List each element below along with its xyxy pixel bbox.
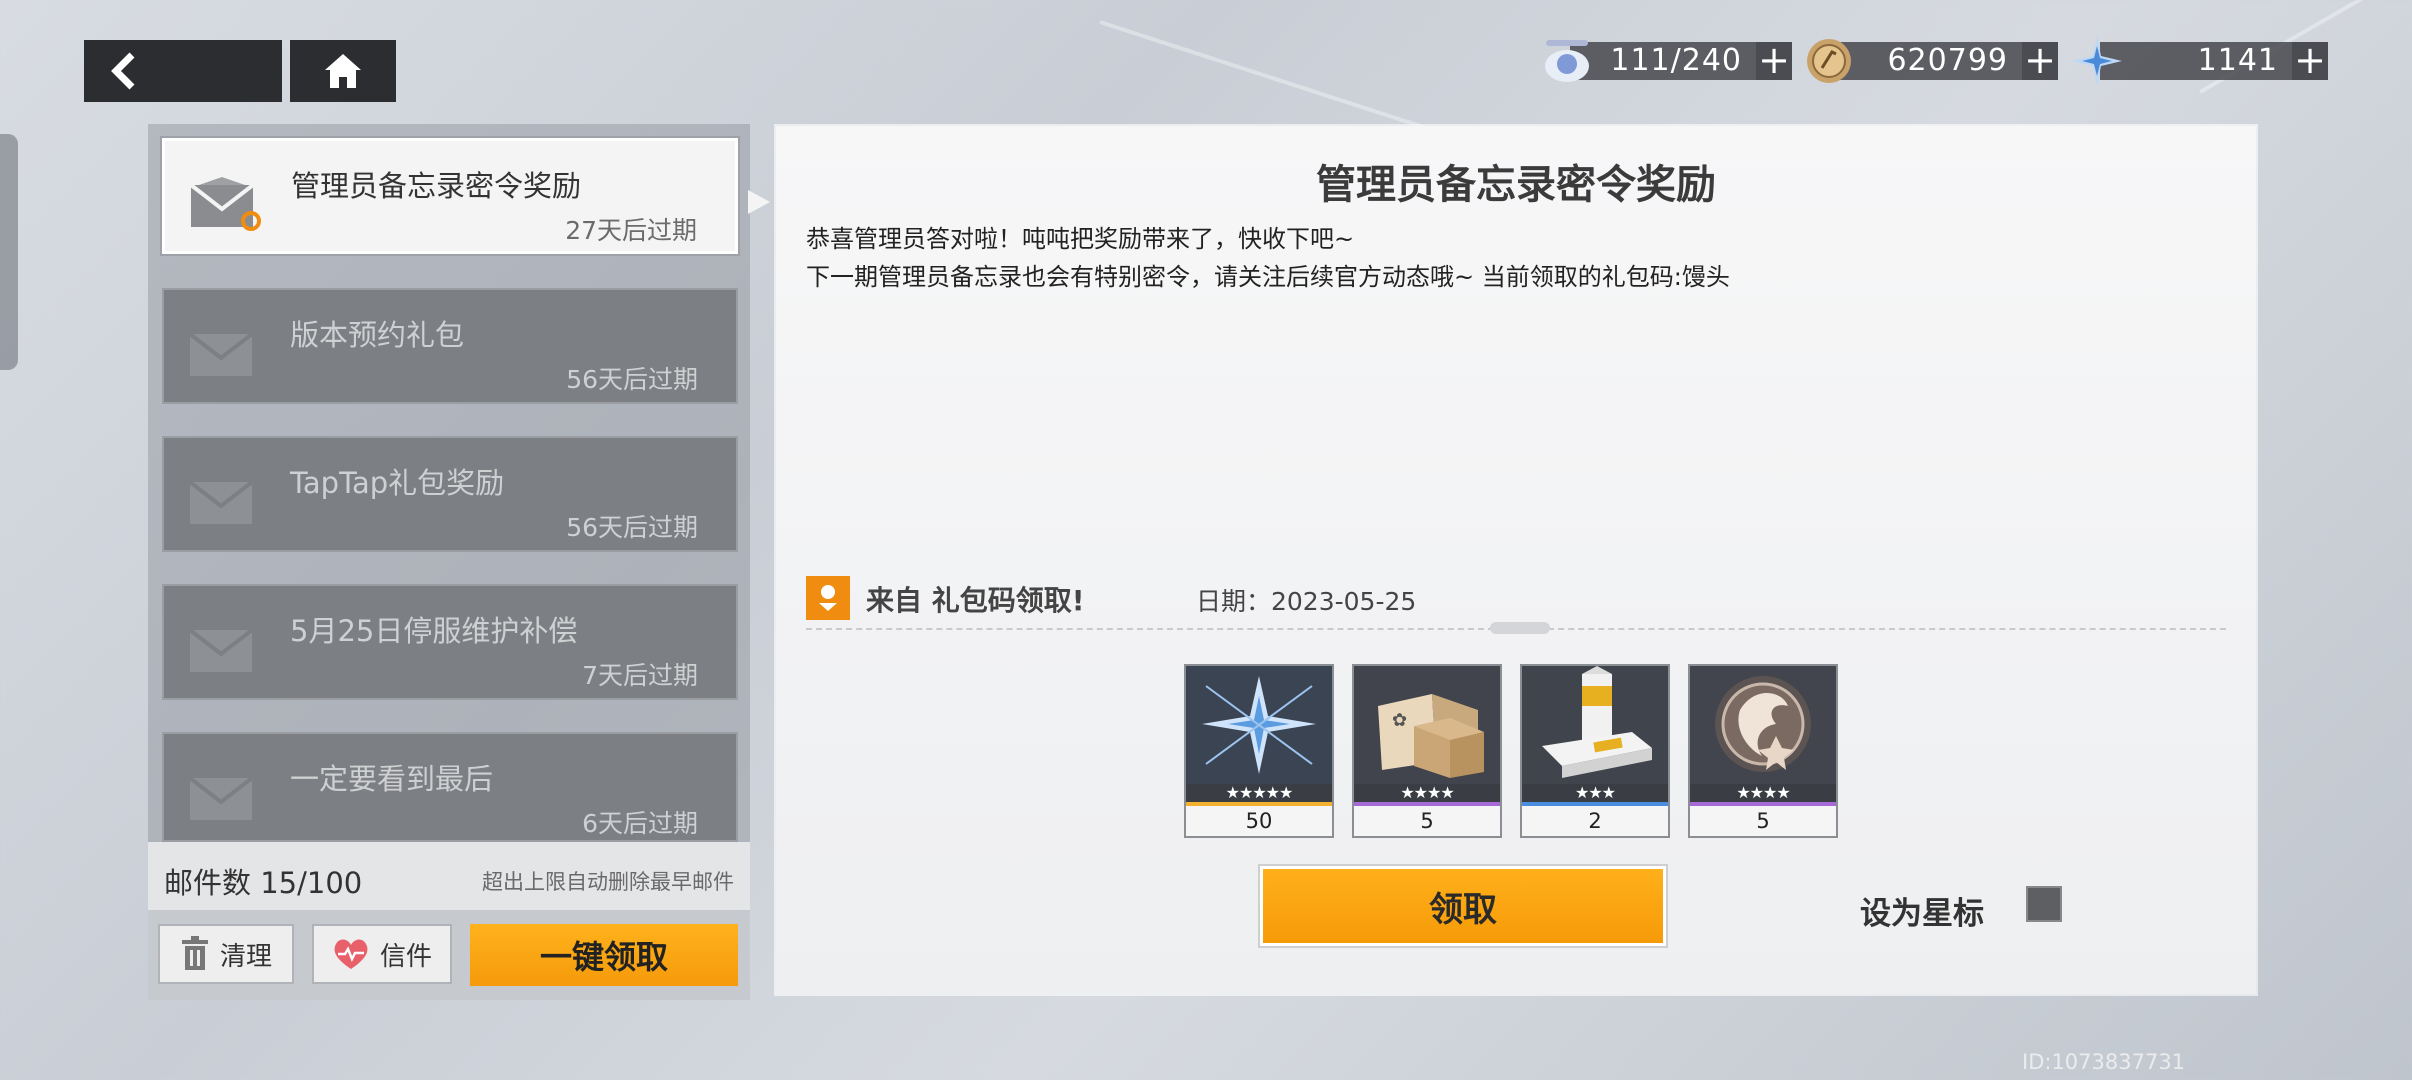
crystal-item-icon bbox=[1186, 666, 1332, 784]
mail-title: 一定要看到最后 bbox=[290, 762, 494, 796]
envelope-icon bbox=[188, 628, 254, 672]
stamina-value: 111/240 bbox=[1610, 43, 1742, 78]
svg-text:✿: ✿ bbox=[1392, 710, 1407, 731]
resource-stamina: 111/240 + bbox=[1545, 40, 1792, 82]
claim-all-button[interactable]: 一键领取 bbox=[470, 924, 738, 986]
mail-expiry: 56天后过期 bbox=[566, 513, 698, 542]
coin-value: 620799 bbox=[1887, 43, 2008, 78]
stamina-drone-icon bbox=[1545, 40, 1589, 82]
item-quantity: 5 bbox=[1354, 806, 1500, 836]
reward-item-chip[interactable]: ★★★★ 5 bbox=[1688, 664, 1838, 838]
item-quantity: 2 bbox=[1522, 806, 1668, 836]
mail-expiry: 56天后过期 bbox=[566, 365, 698, 394]
envelope-icon bbox=[188, 776, 254, 820]
item-rarity-stars: ★★★★ bbox=[1736, 783, 1790, 802]
detail-body: 恭喜管理员答对啦！吨吨把奖励带来了，快收下吧~ 下一期管理员备忘录也会有特别密令… bbox=[806, 220, 1730, 296]
mail-item[interactable]: 5月25日停服维护补偿 7天后过期 bbox=[162, 584, 738, 700]
mail-expiry: 6天后过期 bbox=[582, 809, 698, 838]
person-icon bbox=[819, 585, 837, 611]
clear-button[interactable]: 清理 bbox=[158, 924, 294, 984]
home-icon bbox=[325, 54, 361, 88]
letters-label: 信件 bbox=[379, 941, 432, 972]
item-rarity-stars: ★★★★★ bbox=[1225, 783, 1294, 802]
item-quantity: 50 bbox=[1186, 806, 1332, 836]
user-id: ID:1073837731 bbox=[2022, 1050, 2186, 1074]
envelope-icon bbox=[188, 332, 254, 376]
back-arrow-icon bbox=[111, 52, 135, 90]
chip-item-icon bbox=[1690, 666, 1836, 784]
item-quantity: 5 bbox=[1690, 806, 1836, 836]
mail-expiry: 27天后过期 bbox=[565, 216, 697, 245]
crystal-icon bbox=[2072, 36, 2122, 86]
mail-title: 版本预约礼包 bbox=[290, 318, 465, 352]
mail-title: 管理员备忘录密令奖励 bbox=[291, 169, 582, 203]
mail-count-bar: 邮件数 15/100 超出上限自动删除最早邮件 bbox=[148, 842, 750, 910]
add-crystal-button[interactable]: + bbox=[2292, 41, 2328, 80]
reward-item-drink[interactable]: ★★★ 2 bbox=[1520, 664, 1670, 838]
envelope-attachment-icon bbox=[189, 177, 261, 231]
reward-item-crystal[interactable]: ★★★★★ 50 bbox=[1184, 664, 1334, 838]
mail-actions: 清理 信件 一键领取 bbox=[148, 910, 750, 1000]
mail-item[interactable]: 版本预约礼包 56天后过期 bbox=[162, 288, 738, 404]
star-checkbox[interactable] bbox=[2026, 886, 2062, 922]
crystal-value: 1141 bbox=[2197, 43, 2278, 78]
drink-item-icon bbox=[1522, 666, 1668, 784]
add-coin-button[interactable]: + bbox=[2022, 41, 2058, 80]
clear-label: 清理 bbox=[219, 941, 272, 972]
heart-icon bbox=[334, 939, 368, 969]
claim-button[interactable]: 领取 bbox=[1260, 866, 1666, 946]
item-rarity-stars: ★★★★ bbox=[1400, 783, 1454, 802]
resource-crystal: 1141 + bbox=[2072, 36, 2328, 86]
detail-title: 管理员备忘录密令奖励 bbox=[1316, 162, 1716, 208]
side-drawer-tab[interactable] bbox=[0, 134, 18, 370]
mail-title: 5月25日停服维护补偿 bbox=[290, 614, 578, 648]
sender-icon bbox=[806, 576, 850, 620]
mail-date: 日期：2023-05-25 bbox=[1196, 587, 1417, 616]
mail-item[interactable]: 管理员备忘录密令奖励 27天后过期 bbox=[162, 138, 738, 254]
mail-item[interactable]: 一定要看到最后 6天后过期 bbox=[162, 732, 738, 842]
resource-coin: 620799 + bbox=[1807, 39, 2058, 83]
trash-icon bbox=[181, 936, 208, 970]
sender-label: 来自 礼包码领取! bbox=[866, 584, 1085, 617]
set-star-label: 设为星标 bbox=[1860, 896, 1984, 932]
letters-button[interactable]: 信件 bbox=[312, 924, 452, 984]
item-rarity-stars: ★★★ bbox=[1574, 783, 1616, 802]
detail-body-line: 下一期管理员备忘录也会有特别密令，请关注后续官方动态哦~ 当前领取的礼包码:馒头 bbox=[806, 263, 1730, 291]
selected-mail-pointer bbox=[748, 190, 770, 214]
mail-title: TapTap礼包奖励 bbox=[290, 466, 505, 500]
add-stamina-button[interactable]: + bbox=[1756, 41, 1792, 80]
back-button[interactable] bbox=[84, 40, 282, 102]
home-button[interactable] bbox=[290, 40, 396, 102]
reward-item-supply-box[interactable]: ✿ ★★★★ 5 bbox=[1352, 664, 1502, 838]
mail-item[interactable]: TapTap礼包奖励 56天后过期 bbox=[162, 436, 738, 552]
supply-box-item-icon: ✿ bbox=[1354, 666, 1500, 784]
mail-detail-panel: 管理员备忘录密令奖励 恭喜管理员答对啦！吨吨把奖励带来了，快收下吧~ 下一期管理… bbox=[776, 126, 2256, 994]
auto-delete-note: 超出上限自动删除最早邮件 bbox=[482, 870, 734, 894]
mail-expiry: 7天后过期 bbox=[582, 661, 698, 690]
mail-count: 邮件数 15/100 bbox=[164, 866, 363, 900]
envelope-icon bbox=[188, 480, 254, 524]
detail-body-line: 恭喜管理员答对啦！吨吨把奖励带来了，快收下吧~ bbox=[806, 225, 1355, 253]
scroll-handle[interactable] bbox=[1490, 622, 1550, 634]
coin-icon bbox=[1807, 39, 1851, 83]
